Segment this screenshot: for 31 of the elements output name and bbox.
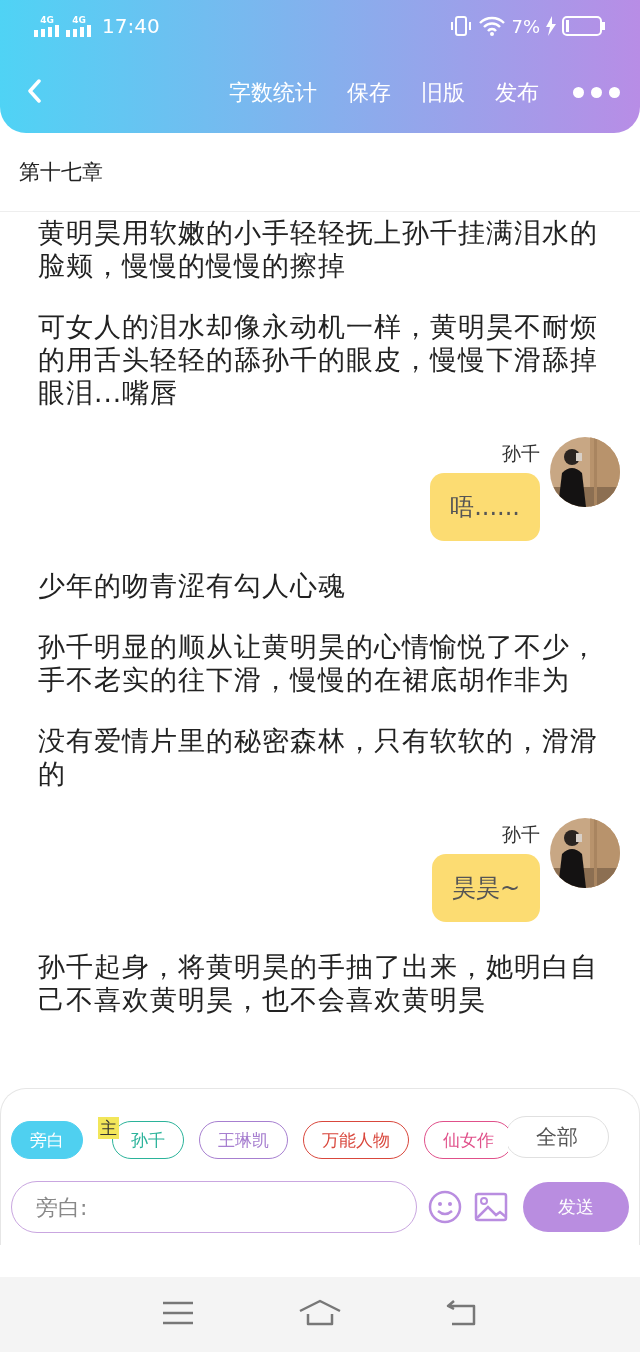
speaker-name: 孙千 [501,822,540,847]
narration-text: 孙千起身，将黄明昊的手抽了出来，她明白自己不喜欢黄明昊，也不会喜欢黄明昊 [38,950,599,1016]
toolbar-action[interactable]: 发布 [495,77,539,108]
character-chip[interactable]: 王琳凯 [199,1121,288,1159]
send-button[interactable]: 发送 [522,1182,629,1232]
narration-text: 可女人的泪水却像永动机一样，黄明昊不耐烦的用舌头轻轻的舔孙千的眼皮，慢慢下滑舔掉眼泪...嘴唇 [38,310,599,409]
emoji-button[interactable] [426,1189,463,1225]
toolbar-action[interactable]: 旧版 [421,77,465,108]
narration-text: 孙千明显的顺从让黄明昊的心情愉悦了不少，手不老实的往下滑，慢慢的在裙底胡作非为 [38,630,599,696]
lead-badge: 主 [98,1117,119,1139]
toolbar-action[interactable]: 保存 [347,77,391,108]
speaker-name: 孙千 [501,441,540,466]
more-button[interactable] [573,87,620,98]
message-bubble: 昊昊~ [431,854,540,922]
charging-icon [546,16,556,36]
message-bubble: 唔...... [430,473,540,541]
message-input[interactable]: 旁白: [11,1181,417,1233]
toolbar-action[interactable]: 字数统计 [229,77,317,108]
character-chip[interactable]: 仙女作 [424,1121,508,1159]
all-button[interactable]: 全部 [505,1116,609,1158]
wifi-icon [479,16,506,36]
vibrate-icon [449,15,474,37]
narration-text: 黄明昊用软嫩的小手轻轻抚上孙千挂满泪水的脸颊，慢慢的慢慢的擦掉 [38,216,599,282]
character-chip[interactable]: 旁白 [11,1121,83,1159]
battery-percent: 7% [511,15,540,37]
narration-text: 没有爱情片里的秘密森林，只有软软的，滑滑的 [38,724,599,790]
narration-text: 少年的吻青涩有勾人心魂 [38,569,347,602]
battery-icon [562,16,606,36]
clock: 17:40 [102,14,160,38]
chapter-title: 第十七章 [0,133,640,212]
character-chip[interactable]: 万能人物 [303,1121,409,1159]
